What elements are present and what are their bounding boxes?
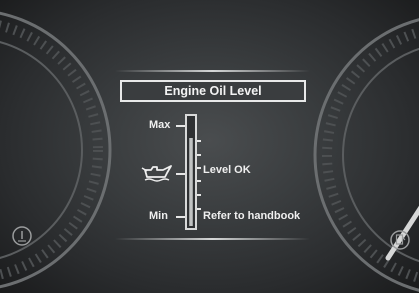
oil-level-fill [189,138,193,226]
max-tick [176,125,185,127]
scale-tick [197,208,201,210]
gauge-needle [385,205,419,261]
scale-tick [197,194,201,196]
oil-level-gauge [185,114,197,230]
oil-can-icon [141,165,172,182]
coolant-temp-icon [12,226,32,246]
max-label: Max [149,119,171,131]
min-tick [176,216,185,218]
scale-tick [197,180,201,182]
min-label: Min [149,210,168,222]
top-divider [115,70,310,72]
scale-tick [197,154,201,156]
oil-level-panel: Engine Oil Level Max Level OK Min Refer … [105,62,320,252]
right-dial [313,18,419,292]
handbook-note: Refer to handbook [203,210,301,222]
scale-tick [197,167,201,169]
bottom-divider [115,238,310,240]
scale-tick [197,140,201,142]
level-tick [176,173,185,175]
level-status: Level OK [203,164,251,176]
panel-title: Engine Oil Level [120,80,306,102]
left-dial [0,11,112,289]
